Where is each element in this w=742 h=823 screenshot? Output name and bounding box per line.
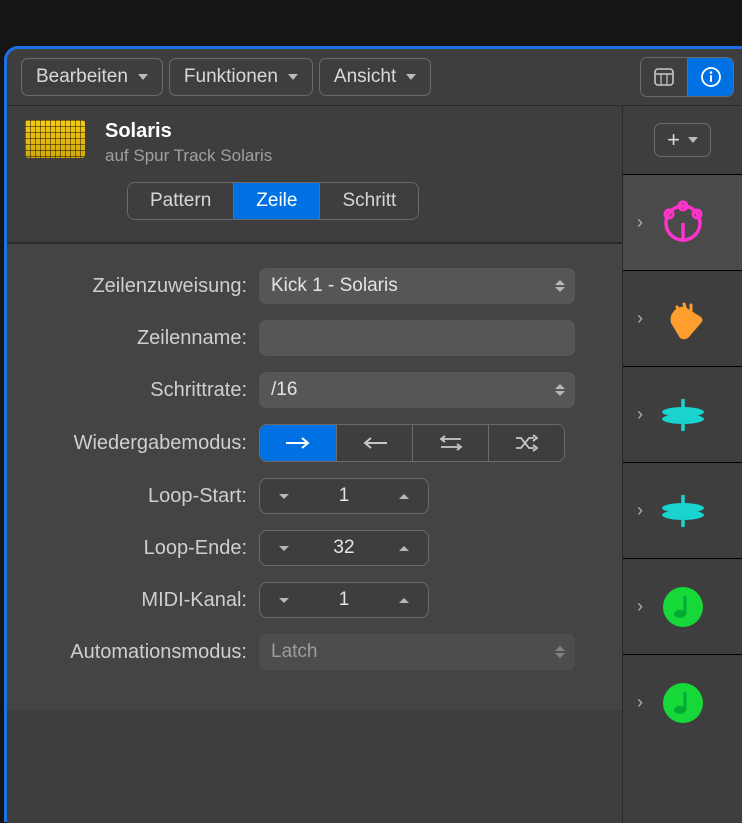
step-rate-select[interactable]: /16: [259, 372, 575, 408]
chevron-down-icon: [688, 137, 698, 143]
chevron-right-icon: ›: [637, 308, 643, 329]
playmode-backward[interactable]: [336, 425, 412, 461]
tab-pattern[interactable]: Pattern: [128, 183, 233, 219]
hihat-icon: [657, 389, 709, 441]
chevron-up-icon: [399, 494, 409, 499]
chevron-down-icon: [288, 74, 298, 80]
row-name-input[interactable]: [259, 320, 575, 356]
midi-channel-label: MIDI-Kanal:: [25, 589, 259, 612]
toolbar: Bearbeiten Funktionen Ansicht: [7, 49, 742, 106]
info-icon[interactable]: [687, 58, 733, 96]
edit-menu-label: Bearbeiten: [36, 66, 128, 88]
increment-button[interactable]: [380, 583, 428, 617]
chevron-right-icon: ›: [637, 404, 643, 425]
midi-channel-stepper[interactable]: 1: [259, 582, 429, 618]
playmode-forward[interactable]: [260, 425, 336, 461]
play-mode-label: Wiedergabemodus:: [25, 432, 259, 455]
decrement-button[interactable]: [260, 531, 308, 565]
increment-button[interactable]: [380, 531, 428, 565]
chevron-up-icon: [399, 546, 409, 551]
note-icon: [657, 677, 709, 729]
channel-item-3[interactable]: ›: [623, 366, 742, 462]
main-panel: Solaris auf Spur Track Solaris Pattern Z…: [7, 106, 622, 823]
playmode-random[interactable]: [488, 425, 564, 461]
loop-end-stepper[interactable]: 32: [259, 530, 429, 566]
chevron-down-icon: [138, 74, 148, 80]
step-rate-value: /16: [271, 379, 297, 401]
chevron-down-icon: [279, 494, 289, 499]
chevron-right-icon: ›: [637, 596, 643, 617]
select-arrows-icon: [555, 646, 565, 658]
plus-icon: +: [667, 129, 680, 151]
chevron-right-icon: ›: [637, 692, 643, 713]
chevron-right-icon: ›: [637, 500, 643, 521]
chevron-up-icon: [399, 598, 409, 603]
row-assignment-value: Kick 1 - Solaris: [271, 275, 398, 297]
sidebar: + › ›: [622, 106, 742, 823]
chevron-right-icon: ›: [637, 212, 643, 233]
midi-channel-value[interactable]: 1: [308, 583, 380, 617]
hihat-icon: [657, 485, 709, 537]
row-name-label: Zeilenname:: [25, 327, 259, 350]
channel-item-1[interactable]: ›: [623, 174, 742, 270]
channel-item-2[interactable]: ›: [623, 270, 742, 366]
loop-start-label: Loop-Start:: [25, 485, 259, 508]
play-mode-segmented: [259, 424, 565, 462]
decrement-button[interactable]: [260, 479, 308, 513]
chevron-down-icon: [406, 74, 416, 80]
select-arrows-icon: [555, 280, 565, 292]
tambourine-icon: [657, 197, 709, 249]
channel-item-4[interactable]: ›: [623, 462, 742, 558]
view-menu-label: Ansicht: [334, 66, 396, 88]
channel-item-6[interactable]: ›: [623, 654, 742, 750]
loop-start-value[interactable]: 1: [308, 479, 380, 513]
page-subtitle: auf Spur Track Solaris: [105, 146, 604, 166]
channel-item-5[interactable]: ›: [623, 558, 742, 654]
functions-menu-label: Funktionen: [184, 66, 278, 88]
select-arrows-icon: [555, 384, 565, 396]
tab-row[interactable]: Zeile: [233, 183, 319, 219]
add-button[interactable]: +: [654, 123, 711, 157]
tabs: Pattern Zeile Schritt: [127, 182, 419, 220]
loop-end-label: Loop-Ende:: [25, 537, 259, 560]
form: Zeilenzuweisung: Kick 1 - Solaris Zeilen…: [7, 244, 622, 710]
edit-menu[interactable]: Bearbeiten: [21, 58, 163, 96]
chevron-down-icon: [279, 598, 289, 603]
automation-mode-select[interactable]: Latch: [259, 634, 575, 670]
automation-mode-label: Automationsmodus:: [25, 641, 259, 664]
step-sequencer-icon: [25, 120, 85, 158]
toolbar-icon-group: [640, 57, 734, 97]
tab-step[interactable]: Schritt: [319, 183, 418, 219]
page-title: Solaris: [105, 120, 604, 143]
increment-button[interactable]: [380, 479, 428, 513]
row-assignment-select[interactable]: Kick 1 - Solaris: [259, 268, 575, 304]
note-icon: [657, 581, 709, 633]
loop-end-value[interactable]: 32: [308, 531, 380, 565]
clap-icon: [657, 293, 709, 345]
playmode-pingpong[interactable]: [412, 425, 488, 461]
sidebar-add-row: +: [623, 106, 742, 174]
view-menu[interactable]: Ansicht: [319, 58, 431, 96]
row-assignment-label: Zeilenzuweisung:: [25, 275, 259, 298]
loop-start-stepper[interactable]: 1: [259, 478, 429, 514]
calendar-icon[interactable]: [641, 58, 687, 96]
automation-mode-value: Latch: [271, 641, 317, 663]
chevron-down-icon: [279, 546, 289, 551]
decrement-button[interactable]: [260, 583, 308, 617]
functions-menu[interactable]: Funktionen: [169, 58, 313, 96]
step-rate-label: Schrittrate:: [25, 379, 259, 402]
